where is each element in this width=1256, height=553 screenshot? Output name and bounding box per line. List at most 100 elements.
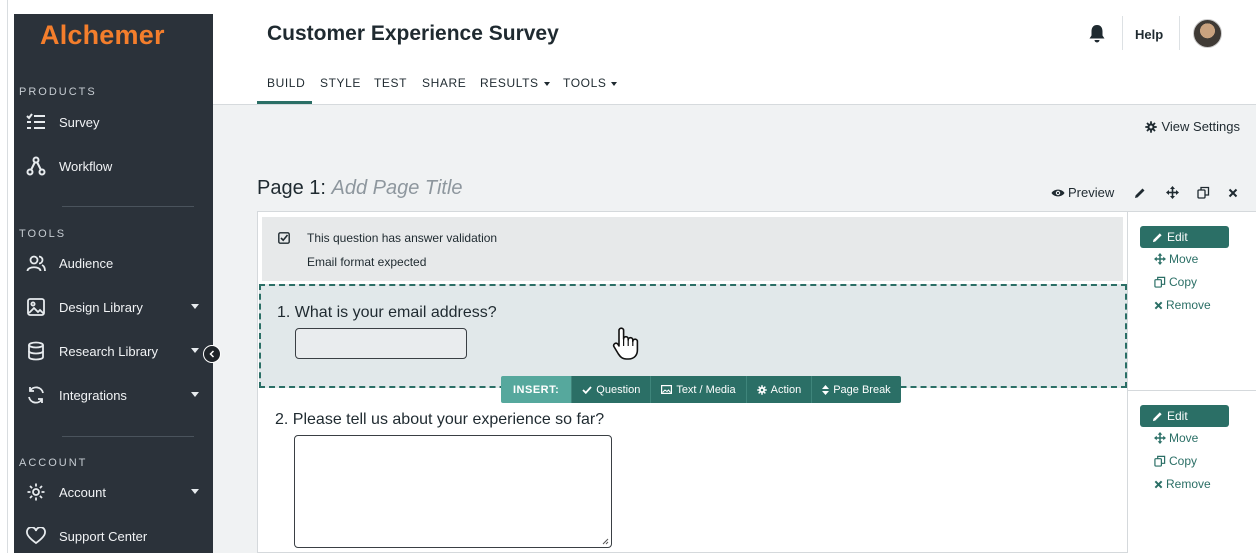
gear-icon bbox=[756, 384, 767, 395]
bell-icon[interactable] bbox=[1088, 24, 1106, 48]
sidebar-item-label: Audience bbox=[59, 255, 114, 271]
experience-textarea[interactable] bbox=[294, 435, 612, 548]
pencil-icon[interactable] bbox=[1134, 187, 1146, 199]
workflow-icon bbox=[24, 154, 48, 178]
sidebar-item-label: Research Library bbox=[59, 343, 158, 359]
sidebar-item-account[interactable]: Account bbox=[14, 476, 213, 508]
tab-results[interactable]: RESULTS bbox=[480, 76, 550, 90]
sidebar-divider bbox=[62, 436, 194, 437]
remove-label: Remove bbox=[1166, 298, 1211, 312]
view-settings-button[interactable]: View Settings bbox=[1145, 119, 1240, 134]
image-icon bbox=[661, 385, 673, 394]
tab-share[interactable]: SHARE bbox=[422, 76, 466, 90]
remove-button[interactable]: Remove bbox=[1154, 477, 1211, 491]
tab-label: STYLE bbox=[320, 76, 362, 90]
avatar[interactable] bbox=[1193, 19, 1222, 48]
insert-page-break-button[interactable]: Page Break bbox=[811, 376, 901, 403]
help-link[interactable]: Help bbox=[1135, 27, 1163, 42]
chevron-down-icon bbox=[191, 489, 199, 494]
chevron-left-icon bbox=[209, 350, 215, 358]
audience-icon bbox=[24, 251, 48, 275]
sidebar-collapse-button[interactable] bbox=[203, 345, 221, 363]
copy-icon bbox=[1154, 455, 1166, 467]
copy-button[interactable]: Copy bbox=[1154, 275, 1197, 289]
chevron-down-icon bbox=[191, 392, 199, 397]
insert-action-button[interactable]: Action bbox=[745, 376, 812, 403]
tab-test[interactable]: TEST bbox=[374, 76, 407, 90]
section-title-products: PRODUCTS bbox=[19, 86, 97, 98]
image-icon bbox=[24, 295, 48, 319]
alchemer-logo[interactable]: Alchemer bbox=[40, 20, 165, 51]
sidebar-item-integrations[interactable]: Integrations bbox=[14, 379, 213, 411]
move-label: Move bbox=[1169, 431, 1199, 445]
database-icon bbox=[24, 339, 48, 363]
email-field[interactable] bbox=[295, 328, 467, 359]
chevron-down-icon bbox=[611, 81, 618, 86]
tab-tools[interactable]: TOOLS bbox=[563, 76, 618, 90]
edit-button[interactable]: Edit bbox=[1140, 226, 1229, 248]
move-button[interactable]: Move bbox=[1154, 431, 1198, 445]
sort-arrows-icon bbox=[822, 384, 830, 395]
sidebar-item-support-center[interactable]: Support Center bbox=[14, 520, 213, 552]
insert-text-media-button[interactable]: Text / Media bbox=[650, 376, 746, 403]
sidebar-item-audience[interactable]: Audience bbox=[14, 247, 213, 279]
copy-label: Copy bbox=[1169, 275, 1198, 289]
sidebar-item-label: Survey bbox=[59, 114, 100, 130]
tab-label: SHARE bbox=[422, 76, 467, 90]
tab-label: BUILD bbox=[267, 76, 306, 90]
sidebar-item-label: Workflow bbox=[59, 158, 113, 174]
sidebar-item-design-library[interactable]: Design Library bbox=[14, 291, 213, 323]
preview-button[interactable]: Preview bbox=[1051, 185, 1114, 200]
insert-text-media-label: Text / Media bbox=[676, 383, 736, 396]
sidebar-item-survey[interactable]: Survey bbox=[14, 106, 213, 138]
sidebar-item-label: Support Center bbox=[59, 528, 148, 544]
window-edge bbox=[0, 0, 14, 553]
copy-icon[interactable] bbox=[1197, 186, 1210, 199]
check-icon bbox=[582, 385, 592, 394]
insert-question-button[interactable]: Question bbox=[571, 376, 651, 403]
gear-icon bbox=[24, 480, 48, 504]
insert-toolbar: INSERT: Question Text / Media Action Pag… bbox=[501, 376, 901, 403]
active-tab-indicator bbox=[257, 101, 312, 104]
insert-label: INSERT: bbox=[501, 376, 572, 403]
tab-style[interactable]: STYLE bbox=[320, 76, 361, 90]
copy-button[interactable]: Copy bbox=[1154, 454, 1197, 468]
validation-text: This question has answer validation bbox=[307, 231, 498, 245]
question-1-block[interactable]: 1. What is your email address? bbox=[259, 284, 1127, 388]
insert-question-label: Question bbox=[596, 383, 641, 396]
eye-icon bbox=[1051, 189, 1065, 196]
question-actions-column: Edit Move Copy Remove Edit Move Copy Rem… bbox=[1127, 212, 1256, 553]
sidebar-item-workflow[interactable]: Workflow bbox=[14, 150, 213, 182]
tab-build[interactable]: BUILD bbox=[267, 76, 305, 90]
page-heading: Page 1: Add Page Title bbox=[257, 177, 463, 200]
page-number: Page 1: bbox=[257, 177, 326, 199]
insert-page-break-label: Page Break bbox=[833, 383, 891, 396]
question-1-text: 1. What is your email address? bbox=[277, 304, 497, 321]
chevron-down-icon bbox=[191, 304, 199, 309]
header-divider bbox=[1179, 16, 1180, 50]
gear-icon bbox=[1145, 120, 1158, 133]
pencil-icon bbox=[1152, 232, 1162, 242]
header-divider bbox=[1122, 16, 1123, 50]
tab-label: TEST bbox=[374, 76, 408, 90]
move-icon bbox=[1154, 253, 1166, 265]
remove-button[interactable]: Remove bbox=[1154, 298, 1211, 312]
chevron-down-icon bbox=[191, 348, 199, 353]
resize-grip-icon[interactable] bbox=[601, 537, 609, 545]
question-2-text: 2. Please tell us about your experience … bbox=[275, 411, 605, 428]
checkbox-checked-icon bbox=[278, 231, 290, 249]
move-label: Move bbox=[1169, 252, 1199, 266]
page-actions: Preview bbox=[1051, 185, 1238, 200]
sidebar-item-label: Design Library bbox=[59, 299, 143, 315]
build-canvas: View Settings Page 1: Add Page Title Pre… bbox=[213, 105, 1256, 553]
edit-label: Edit bbox=[1167, 230, 1188, 244]
hand-cursor-icon bbox=[612, 327, 639, 360]
heart-icon bbox=[24, 524, 48, 548]
close-icon[interactable] bbox=[1228, 188, 1238, 198]
edit-button[interactable]: Edit bbox=[1140, 405, 1229, 427]
close-icon bbox=[1154, 301, 1163, 309]
move-icon[interactable] bbox=[1166, 186, 1180, 199]
page-title-placeholder[interactable]: Add Page Title bbox=[332, 177, 463, 199]
sidebar-item-research-library[interactable]: Research Library bbox=[14, 335, 213, 367]
move-button[interactable]: Move bbox=[1154, 252, 1198, 266]
